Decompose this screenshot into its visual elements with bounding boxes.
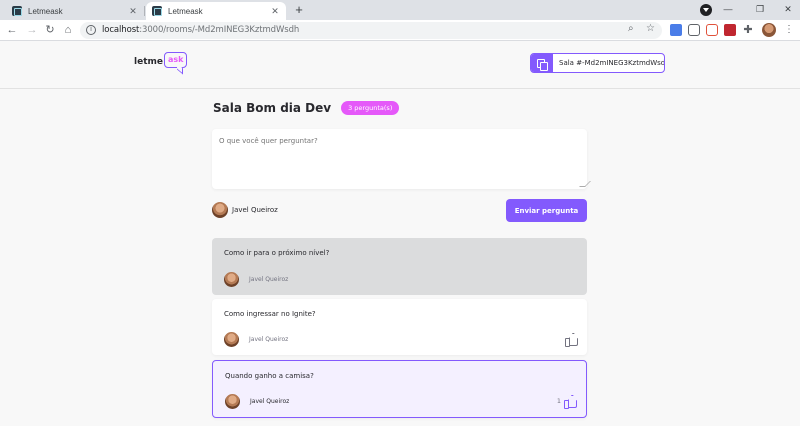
avatar <box>224 332 239 347</box>
logo-bubble: ask <box>163 52 188 68</box>
question-textarea[interactable] <box>212 129 587 189</box>
author-name: Javel Queiroz <box>249 336 289 343</box>
restore-icon[interactable]: ❐ <box>750 2 770 16</box>
question-text: Como ingressar no Ignite? <box>224 310 316 318</box>
like-button[interactable]: 1 <box>556 395 576 409</box>
room-title-row: Sala Bom dia Dev 3 pergunta(s) <box>213 101 400 115</box>
author-name: Javel Queiroz <box>250 398 290 405</box>
current-user-info: Javel Queiroz <box>212 202 278 218</box>
avatar <box>225 394 240 409</box>
translate-extension-icon[interactable] <box>670 24 682 36</box>
zoom-icon[interactable]: ⌕ <box>628 23 634 34</box>
reload-icon[interactable]: ↻ <box>42 22 58 38</box>
page-header: letme ask <box>0 42 800 89</box>
home-icon[interactable]: ⌂ <box>60 22 76 38</box>
room-code-text: Sala #-Md2mINEG3KztmdWsdh <box>559 59 665 67</box>
tab-title: Letmeask <box>28 6 63 16</box>
letmeask-favicon-icon <box>12 6 22 16</box>
question-text: Quando ganho a camisa? <box>225 372 314 380</box>
thumbs-up-icon <box>564 395 576 409</box>
close-tab-icon[interactable]: ✕ <box>270 6 280 17</box>
question-author: Javel Queiroz <box>225 394 289 409</box>
room-code-button[interactable]: Sala #-Md2mINEG3KztmdWsdh <box>530 53 665 73</box>
send-question-button[interactable]: Enviar pergunta <box>506 199 587 222</box>
close-window-icon[interactable]: ✕ <box>778 2 798 16</box>
tab-divider <box>144 6 145 16</box>
user-name: Javel Queiroz <box>232 206 278 214</box>
bookmark-star-icon[interactable]: ☆ <box>646 23 655 34</box>
tab-title: Letmeask <box>168 6 203 16</box>
browser-tab-strip: Letmeask ✕ Letmeask ✕ + — ❐ ✕ <box>0 0 800 20</box>
question-author: Javel Queiroz <box>224 332 288 347</box>
letmeask-logo: letme ask <box>134 52 188 74</box>
question-text: Como ir para o próximo nível? <box>224 249 330 257</box>
avatar <box>212 202 228 218</box>
copy-icon <box>531 54 553 72</box>
question-count-badge: 3 pergunta(s) <box>341 101 400 115</box>
profile-avatar[interactable] <box>762 23 776 37</box>
cast-extension-icon[interactable] <box>688 24 700 36</box>
site-info-icon[interactable]: i <box>86 25 96 35</box>
tab-search-icon[interactable] <box>700 4 712 16</box>
like-count: 1 <box>556 397 561 405</box>
address-bar[interactable]: i localhost:3000/rooms/-Md2mINEG3KztmdWs… <box>80 22 662 39</box>
question-card-answered: Como ir para o próximo nível? Javel Quei… <box>212 238 587 295</box>
letmeask-favicon-icon <box>152 6 162 16</box>
author-name: Javel Queiroz <box>249 276 289 283</box>
new-tab-button[interactable]: + <box>292 2 306 18</box>
forward-arrow-icon[interactable]: → <box>24 22 40 38</box>
room-title: Sala Bom dia Dev <box>213 101 332 115</box>
back-arrow-icon[interactable]: ← <box>4 22 20 38</box>
browser-toolbar: ← → ↻ ⌂ i localhost:3000/rooms/-Md2mINEG… <box>0 20 800 41</box>
url-path: :3000/rooms/-Md2mINEG3KztmdWsdh <box>139 25 300 35</box>
browser-menu-icon[interactable]: ⋮ <box>784 23 794 37</box>
thumbs-up-icon <box>565 333 577 347</box>
url-host: localhost <box>102 25 140 35</box>
record-extension-icon[interactable] <box>706 24 718 36</box>
url-text: localhost:3000/rooms/-Md2mINEG3KztmdWsdh <box>102 25 299 35</box>
avatar <box>224 272 239 287</box>
pdf-extension-icon[interactable] <box>724 24 736 36</box>
question-author: Javel Queiroz <box>224 272 288 287</box>
question-card-highlighted: Quando ganho a camisa? Javel Queiroz 1 <box>212 360 587 418</box>
logo-text: letme <box>134 57 163 67</box>
browser-tab[interactable]: Letmeask ✕ <box>6 2 144 20</box>
extensions-puzzle-icon[interactable]: ✚ <box>740 22 756 38</box>
close-tab-icon[interactable]: ✕ <box>128 6 138 17</box>
browser-tab-active[interactable]: Letmeask ✕ <box>146 2 286 20</box>
like-button[interactable] <box>562 333 577 347</box>
minimize-icon[interactable]: — <box>718 2 738 16</box>
question-card: Como ingressar no Ignite? Javel Queiroz <box>212 299 587 355</box>
